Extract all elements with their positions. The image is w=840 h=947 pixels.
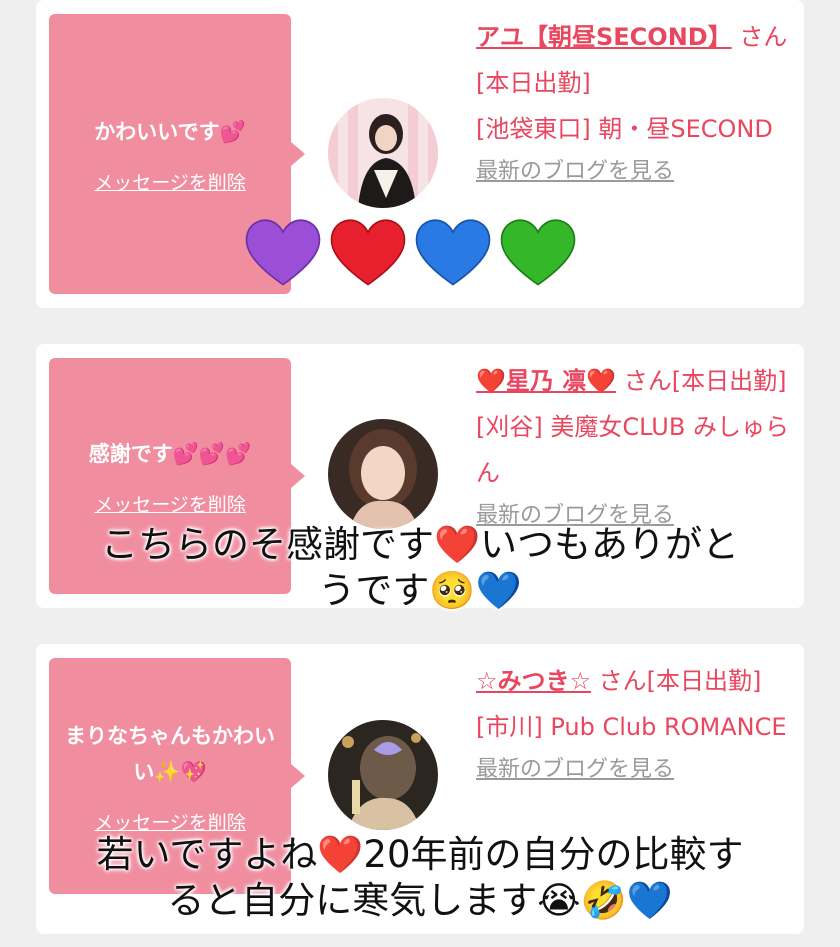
avatar[interactable]	[328, 419, 438, 529]
shop-name: [池袋東口] 朝・昼SECOND	[476, 115, 773, 143]
cast-name-link[interactable]: ❤️星乃 凛❤️	[476, 367, 616, 395]
avatar[interactable]	[328, 720, 438, 830]
delete-message-link[interactable]: メッセージを削除	[94, 808, 246, 835]
cast-name-link[interactable]: アユ【朝昼SECOND】	[476, 23, 732, 51]
caption-line: 若いですよね❤️20年前の自分の比較す	[96, 833, 744, 876]
delete-message-link[interactable]: メッセージを削除	[94, 168, 246, 195]
cast-status: さん[本日出勤]	[623, 367, 787, 395]
delete-message-link[interactable]: メッセージを削除	[94, 490, 246, 517]
latest-blog-link[interactable]: 最新のブログを見る	[476, 750, 798, 790]
blue-heart-icon	[415, 219, 491, 286]
cast-info: ☆みつき☆ さん[本日出勤] [市川] Pub Club ROMANCE 最新の…	[476, 658, 798, 790]
caption-line: うです🥺💙	[318, 569, 522, 612]
overlay-caption: こちらのそ感謝です❤️いつもありがと うです🥺💙	[0, 522, 840, 614]
overlay-caption: 若いですよね❤️20年前の自分の比較す ると自分に寒気します😭🤣💙	[0, 832, 840, 924]
avatar-photo	[328, 419, 438, 529]
avatar[interactable]	[328, 98, 438, 208]
shop-name: [刈谷] 美魔女CLUB みしゅらん	[476, 413, 789, 487]
cast-info: ❤️星乃 凛❤️ さん[本日出勤] [刈谷] 美魔女CLUB みしゅらん 最新の…	[476, 358, 798, 536]
bubble-message-text: かわいいです💕	[94, 119, 246, 144]
caption-line: ると自分に寒気します😭🤣💙	[167, 879, 673, 922]
purple-heart-icon	[245, 219, 321, 286]
bubble-message-text: 感謝です💕💕💕	[88, 441, 252, 466]
cast-info: アユ【朝昼SECOND】 さん[本日出勤] [池袋東口] 朝・昼SECOND 最…	[476, 14, 798, 192]
shop-name: [市川] Pub Club ROMANCE	[476, 713, 787, 741]
bubble-message-text: まりなちゃんもかわいい✨💖	[65, 723, 275, 784]
avatar-photo	[328, 720, 438, 830]
green-heart-icon	[500, 219, 576, 286]
avatar-photo	[328, 98, 438, 208]
cast-name-link[interactable]: ☆みつき☆	[476, 667, 591, 695]
cast-status: さん[本日出勤]	[598, 667, 762, 695]
red-heart-icon	[330, 219, 406, 286]
hearts-sticker	[242, 212, 592, 294]
caption-line: こちらのそ感謝です❤️いつもありがと	[100, 523, 740, 566]
latest-blog-link[interactable]: 最新のブログを見る	[476, 152, 798, 192]
